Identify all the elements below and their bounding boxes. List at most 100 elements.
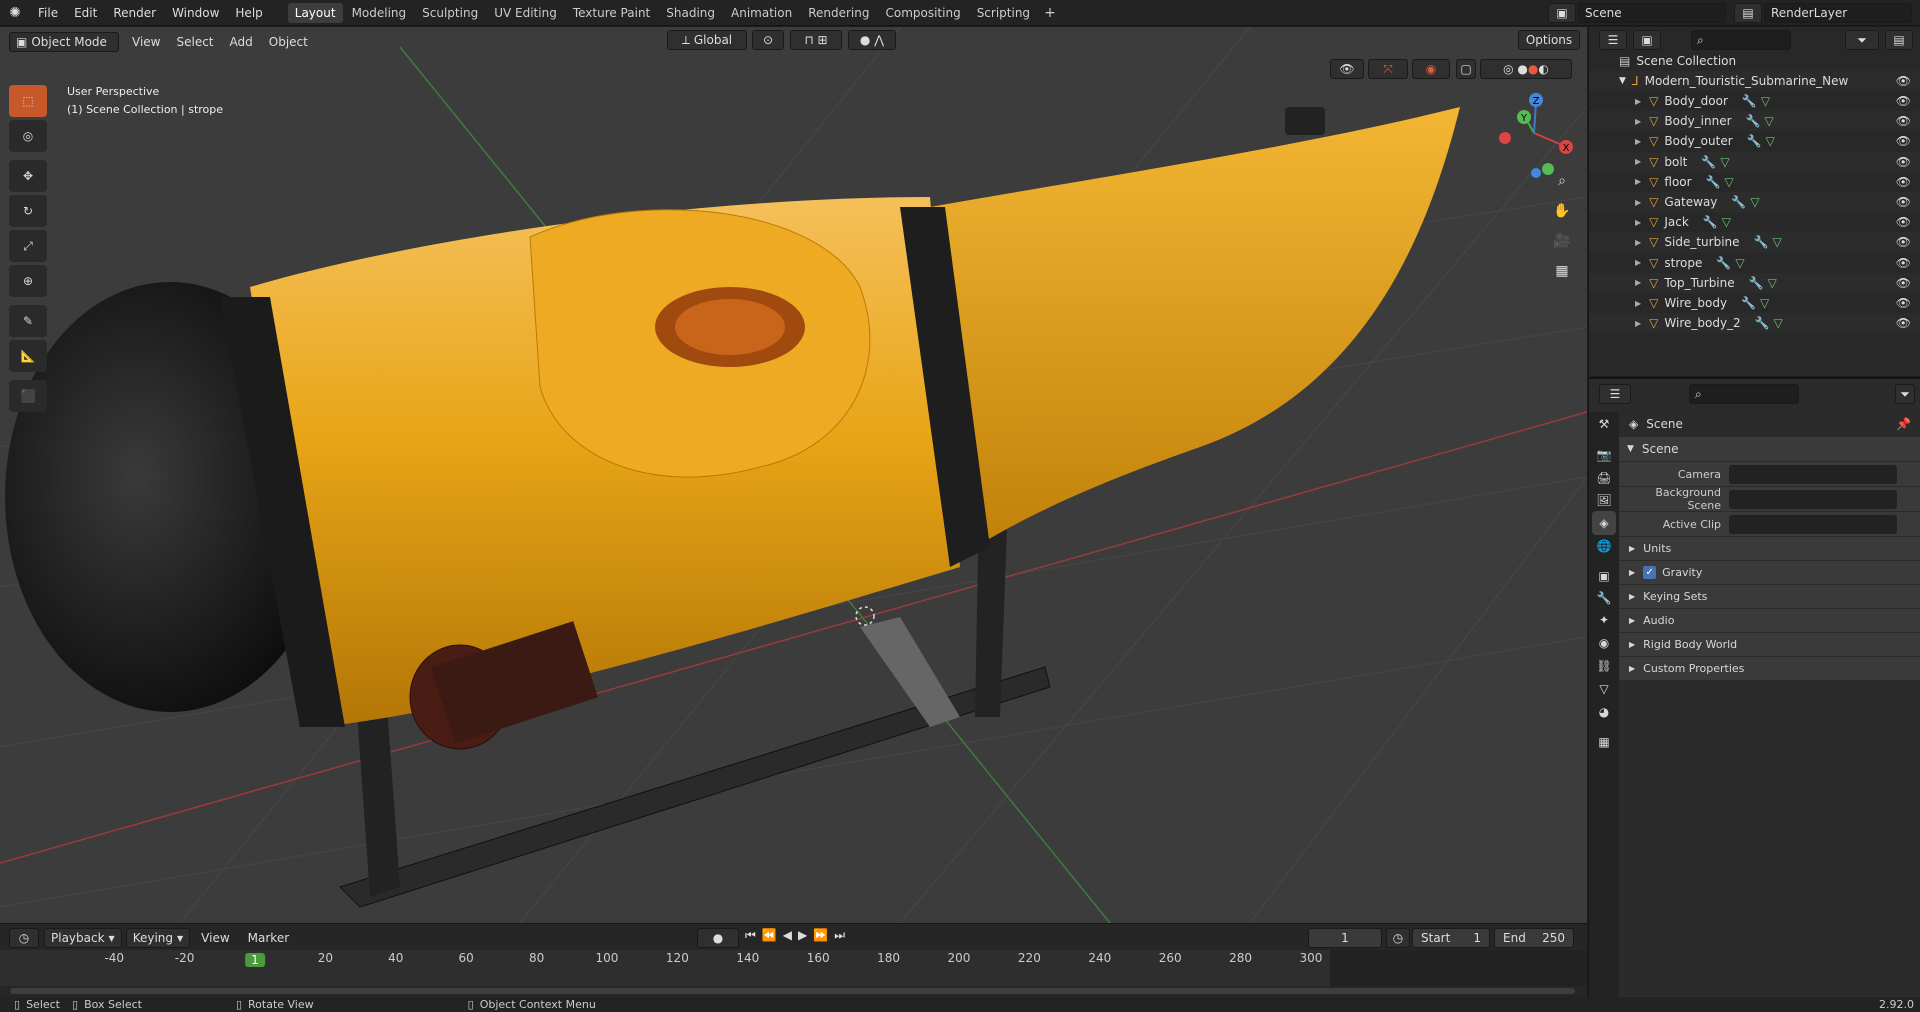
physics-tab-icon[interactable]: ◉ — [1592, 631, 1616, 655]
outliner-item[interactable]: ▶ ▽ bolt 🔧 ▽ 👁 — [1589, 151, 1920, 172]
display-mode-icon[interactable]: ▣ — [1633, 30, 1661, 50]
expand-arrow-icon[interactable]: ▶ — [1635, 218, 1641, 227]
menu-file[interactable]: File — [30, 0, 66, 26]
pivot-point-button[interactable]: ⊙ — [752, 30, 784, 50]
renderlayer-selector[interactable]: RenderLayer — [1764, 2, 1912, 23]
blender-logo-icon[interactable]: ✺ — [0, 5, 30, 21]
scene-collection-row[interactable]: ▤ Scene Collection — [1589, 51, 1920, 71]
outliner-item[interactable]: ▶ ▽ Wire_body_2 🔧 ▽ 👁 — [1589, 313, 1920, 334]
eye-icon[interactable]: 👁 — [1896, 296, 1911, 310]
outliner-item[interactable]: ▶ ▽ floor 🔧 ▽ 👁 — [1589, 172, 1920, 192]
move-tool[interactable]: ✥ — [9, 160, 47, 192]
playback-controls[interactable]: ⏮ ⏪ ◀ ▶ ⏩ ⏭ — [745, 928, 845, 943]
add-cube-tool[interactable]: ⬛ — [9, 380, 47, 412]
eye-icon[interactable]: 👁 — [1896, 316, 1911, 330]
expand-arrow-icon[interactable]: ▶ — [1635, 137, 1641, 146]
outliner-item[interactable]: ▶ ▽ Wire_body 🔧 ▽ 👁 — [1589, 293, 1920, 313]
pin-icon[interactable]: 📌 — [1896, 417, 1911, 431]
expand-arrow-icon[interactable]: ▶ — [1635, 157, 1641, 166]
camera-view-icon[interactable]: 🎥 — [1550, 229, 1574, 253]
outliner-item[interactable]: ▶ ▽ Body_outer 🔧 ▽ 👁 — [1589, 131, 1920, 151]
xray-toggle[interactable]: ▢ — [1456, 59, 1476, 79]
subpanel-header[interactable]: ▶ Units — [1619, 536, 1920, 560]
expand-arrow-icon[interactable]: ▶ — [1635, 319, 1641, 328]
overlay-toggle[interactable]: ◉ — [1412, 59, 1450, 79]
3d-viewport[interactable]: ▣ Object Mode View Select Add Object ⟂ Glob… — [0, 27, 1587, 923]
particles-tab-icon[interactable]: ✦ — [1592, 608, 1616, 632]
options-button[interactable]: Options — [1518, 30, 1580, 50]
cursor-tool[interactable]: ◎ — [9, 120, 47, 152]
annotate-tool[interactable]: ✎ — [9, 305, 47, 337]
play-icon[interactable]: ▶ — [798, 928, 807, 943]
new-collection-icon[interactable]: ▤ — [1885, 30, 1913, 50]
viewport-menu-add[interactable]: Add — [222, 32, 261, 52]
eye-icon[interactable]: 👁 — [1896, 94, 1911, 108]
expand-arrow-icon[interactable]: ▶ — [1635, 198, 1641, 207]
preview-range-icon[interactable]: ◷ — [1386, 928, 1410, 948]
eye-icon[interactable]: 👁 — [1896, 276, 1911, 290]
shading-modes[interactable]: ◎ ● ● ◐ — [1480, 59, 1572, 79]
zoom-icon[interactable]: ⌕ — [1550, 169, 1574, 193]
scene-panel-header[interactable]: ▼ Scene — [1619, 437, 1920, 461]
world-tab-icon[interactable]: 🌐 — [1592, 534, 1616, 558]
expand-arrow-icon[interactable]: ▶ — [1635, 238, 1641, 247]
subpanel-header[interactable]: ▶ Custom Properties — [1619, 656, 1920, 680]
timeline-menu-keying[interactable]: Keying ▼ — [125, 928, 191, 948]
jump-keyframe-back-icon[interactable]: ⏪ — [762, 928, 777, 943]
viewport-menu-object[interactable]: Object — [261, 32, 316, 52]
gizmo-toggle[interactable]: ⤧ — [1368, 59, 1408, 79]
subpanel-header[interactable]: ▶ Audio — [1619, 608, 1920, 632]
scale-tool[interactable]: ⤢ — [9, 230, 47, 262]
tab-uv-editing[interactable]: UV Editing — [487, 3, 564, 23]
modifier-tab-icon[interactable]: 🔧 — [1592, 586, 1616, 610]
measure-tool[interactable]: 📐 — [9, 340, 47, 372]
expand-arrow-icon[interactable]: ▶ — [1635, 278, 1641, 287]
field-input[interactable] — [1729, 464, 1897, 484]
expand-arrow-icon[interactable]: ▶ — [1635, 97, 1641, 106]
expand-arrow-icon[interactable]: ▶ — [1635, 117, 1641, 126]
eye-icon[interactable]: 👁 — [1896, 215, 1911, 229]
outliner-item[interactable]: ▶ ▽ Body_door 🔧 ▽ 👁 — [1589, 91, 1920, 111]
rotate-tool[interactable]: ↻ — [9, 195, 47, 227]
expand-arrow-icon[interactable]: ▶ — [1635, 299, 1641, 308]
render-tab-icon[interactable]: 📷 — [1592, 443, 1616, 467]
properties-search-input[interactable]: ⌕ — [1689, 384, 1799, 404]
end-frame-field[interactable]: End 250 — [1494, 928, 1574, 948]
tab-shading[interactable]: Shading — [659, 3, 722, 23]
navigation-gizmo[interactable]: X Y Z — [1490, 91, 1580, 181]
record-button[interactable]: ● — [697, 928, 739, 948]
menu-window[interactable]: Window — [164, 0, 227, 26]
viewport-menu-select[interactable]: Select — [168, 32, 221, 52]
tab-texture-paint[interactable]: Texture Paint — [566, 3, 657, 23]
expand-arrow-icon[interactable]: ▶ — [1635, 258, 1641, 267]
tab-compositing[interactable]: Compositing — [878, 3, 967, 23]
jump-start-icon[interactable]: ⏮ — [745, 928, 756, 943]
eye-icon[interactable]: 👁 — [1896, 175, 1911, 189]
tab-animation[interactable]: Animation — [724, 3, 799, 23]
scene-selector[interactable]: Scene — [1578, 2, 1726, 23]
timeline-menu-marker[interactable]: Marker — [241, 928, 296, 948]
field-input[interactable] — [1729, 489, 1897, 509]
expand-arrow-icon[interactable]: ▼ — [1619, 76, 1626, 86]
mode-selector[interactable]: ▣ Object Mode — [9, 32, 119, 52]
editor-type-icon[interactable]: ☰ — [1599, 30, 1627, 50]
filter-icon[interactable]: ⏷ — [1845, 30, 1879, 50]
select-box-tool[interactable]: ⬚ — [9, 85, 47, 117]
object-tab-icon[interactable]: ▣ — [1592, 564, 1616, 588]
outliner-item[interactable]: ▶ ▽ strope 🔧 ▽ 👁 — [1589, 253, 1920, 273]
play-reverse-icon[interactable]: ◀ — [783, 928, 792, 943]
jump-keyframe-forward-icon[interactable]: ⏩ — [813, 928, 828, 943]
outliner-item[interactable]: ▶ ▽ Jack 🔧 ▽ 👁 — [1589, 212, 1920, 232]
pan-hand-icon[interactable]: ✋ — [1550, 199, 1574, 223]
proportional-edit-button[interactable]: ● ⋀ — [848, 30, 896, 50]
timeline-menu-view[interactable]: View — [194, 928, 236, 948]
tab-sculpting[interactable]: Sculpting — [415, 3, 485, 23]
start-frame-field[interactable]: Start 1 — [1412, 928, 1490, 948]
scene-type-icon[interactable]: ▣ — [1548, 2, 1576, 23]
timeline-scrollbar[interactable] — [10, 988, 1575, 994]
add-workspace-icon[interactable]: + — [1038, 5, 1062, 21]
gravity-checkbox[interactable]: ✓ — [1643, 566, 1657, 579]
outliner-item[interactable]: ▶ ▽ Side_turbine 🔧 ▽ 👁 — [1589, 232, 1920, 253]
collection-row[interactable]: ▼ ⅃ Modern_Touristic_Submarine_New 👁 — [1589, 71, 1920, 91]
outliner-item[interactable]: ▶ ▽ Top_Turbine 🔧 ▽ 👁 — [1589, 272, 1920, 293]
